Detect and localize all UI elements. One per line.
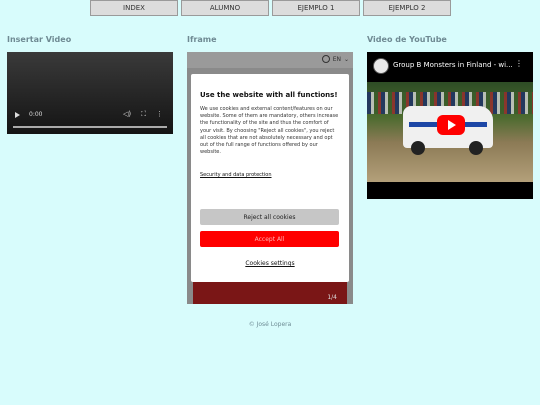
car-wheel bbox=[469, 141, 483, 155]
footer-copyright: © José Lopera bbox=[248, 321, 292, 328]
play-icon[interactable] bbox=[15, 112, 20, 118]
language-label: EN bbox=[332, 55, 341, 63]
globe-icon bbox=[321, 55, 330, 63]
youtube-video-title[interactable]: Group B Monsters in Finland - wi... bbox=[393, 61, 513, 69]
more-options-icon[interactable]: ⋮ bbox=[515, 59, 523, 68]
more-options-icon[interactable]: ⋮ bbox=[156, 110, 163, 119]
privacy-link[interactable]: Security and data protection bbox=[200, 172, 272, 178]
video-control-icons: ◁) ⛶ ⋮ bbox=[123, 110, 163, 119]
youtube-section-title: Video de YouTube bbox=[367, 35, 447, 44]
nav-alumno-button[interactable]: ALUMNO bbox=[181, 0, 269, 16]
channel-avatar[interactable] bbox=[373, 58, 389, 74]
nav-ejemplo2-button[interactable]: EJEMPLO 2 bbox=[363, 0, 451, 16]
iframe-section-title: Iframe bbox=[187, 35, 217, 44]
top-nav: INDEX ALUMNO EJEMPLO 1 EJEMPLO 2 bbox=[90, 0, 453, 16]
iframe-footer-band: 1/4 bbox=[193, 282, 347, 304]
iframe-header: EN ⌄ bbox=[187, 52, 353, 68]
chevron-down-icon: ⌄ bbox=[343, 55, 349, 63]
video-section-title: Insertar Video bbox=[7, 35, 72, 44]
accept-cookies-button[interactable]: Accept All bbox=[200, 231, 339, 247]
nav-index-button[interactable]: INDEX bbox=[90, 0, 178, 16]
embedded-iframe[interactable]: EN ⌄ Use the website with all functions!… bbox=[187, 52, 353, 304]
youtube-play-button[interactable] bbox=[437, 115, 465, 135]
video-time: 0:00 bbox=[29, 111, 43, 118]
youtube-title-bar: Group B Monsters in Finland - wi... ⋮ bbox=[367, 52, 533, 82]
car-wheel bbox=[411, 141, 425, 155]
video-controls: 0:00 ◁) ⛶ ⋮ bbox=[13, 108, 167, 128]
nav-ejemplo1-button[interactable]: EJEMPLO 1 bbox=[272, 0, 360, 16]
volume-icon[interactable]: ◁) bbox=[123, 110, 131, 119]
cookie-consent-dialog: Use the website with all functions! We u… bbox=[191, 74, 349, 282]
youtube-embed[interactable]: Group B Monsters in Finland - wi... ⋮ bbox=[367, 52, 533, 199]
fullscreen-icon[interactable]: ⛶ bbox=[141, 110, 146, 119]
html5-video-player[interactable]: 0:00 ◁) ⛶ ⋮ bbox=[7, 52, 173, 134]
cookie-dialog-body: We use cookies and external content/feat… bbox=[200, 106, 339, 156]
video-progress-bar[interactable] bbox=[13, 126, 167, 128]
reject-cookies-button[interactable]: Reject all cookies bbox=[200, 209, 339, 225]
cookie-dialog-heading: Use the website with all functions! bbox=[200, 91, 338, 99]
slide-pager: 1/4 bbox=[327, 294, 337, 301]
cookie-settings-link[interactable]: Cookies settings bbox=[191, 260, 349, 267]
language-selector[interactable]: EN ⌄ bbox=[321, 55, 349, 63]
